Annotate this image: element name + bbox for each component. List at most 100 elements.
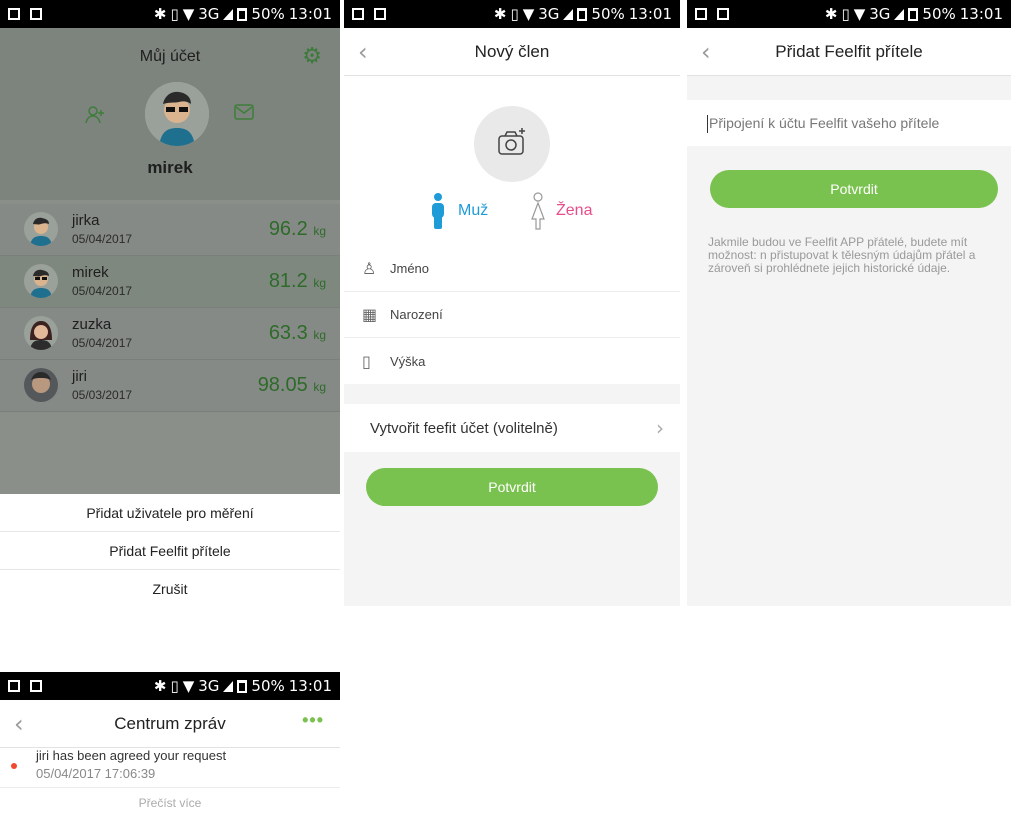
cancel-option[interactable]: Zrušit [0,570,340,606]
text-cursor [707,115,708,134]
confirm-button[interactable]: Potvrdit [710,170,998,208]
avatar[interactable] [145,82,209,146]
user-row[interactable]: mirek 05/04/2017 81.2 kg [0,256,340,308]
clock: 13:01 [288,677,332,695]
user-name: mirek [72,264,109,281]
avatar [24,264,58,298]
page-title: Přidat Feelfit přítele [775,41,923,61]
member-form: ♙ Jméno ▦ Narození ▯ Výška [344,246,680,384]
weight-unit: kg [313,328,326,342]
weight-value: 63.3 [268,322,308,344]
add-feelfit-friend-option[interactable]: Přidat Feelfit přítele [0,532,340,570]
page-title: Můj účet [139,48,201,65]
signal-icon [223,680,234,692]
weight-unit: kg [313,224,326,238]
male-label[interactable]: Muž [458,202,488,220]
status-bar: ✱ ▯ ▼ 3G 50% 13:01 [687,0,1011,28]
chevron-right-icon: › [656,416,664,440]
female-label[interactable]: Žena [556,202,592,220]
notification-icon [8,680,20,692]
message-center-screen: ✱ ▯ ▼ 3G 50% 13:01 ‹ Centrum zpráv ••• j… [0,672,340,823]
message-date: 05/04/2017 17:06:39 [36,766,156,781]
gear-icon[interactable]: ⚙ [302,44,322,69]
message-text: jiri has been agreed your request [36,748,227,763]
vibrate-icon: ▯ [170,677,179,695]
battery-icon [577,7,588,21]
more-icon[interactable]: ••• [302,710,324,731]
action-sheet: Přidat uživatele pro měření Přidat Feelf… [0,494,340,606]
wifi-icon: ▼ [522,5,535,23]
battery-icon [237,7,248,21]
user-weight: 81.2 kg [269,270,326,293]
info-note: Jakmile budou ve Feelfit APP přátelé, bu… [708,235,976,275]
weight-value: 81.2 [268,270,308,292]
weight-unit: kg [313,380,326,394]
weight-value: 98.05 [257,374,308,396]
wifi-icon: ▼ [182,677,195,695]
clock: 13:01 [288,5,332,23]
read-more-link[interactable]: Přečíst více [0,796,340,810]
vibrate-icon: ▯ [510,5,519,23]
female-icon[interactable] [530,192,546,235]
user-row[interactable]: zuzka 05/04/2017 63.3 kg [0,308,340,360]
height-field[interactable]: ▯ Výška [344,338,680,384]
new-member-screen: ✱ ▯ ▼ 3G 50% 13:01 ‹ Nový člen Muž Žena [344,0,680,606]
status-bar: ✱ ▯ ▼ 3G 50% 13:01 [0,0,340,28]
birthdate-field[interactable]: ▦ Narození [344,292,680,338]
vibrate-icon: ▯ [841,5,850,23]
user-name: zuzka [72,316,112,333]
signal-icon [223,8,234,20]
battery-percent: 50% [251,677,285,695]
notification-icon [352,8,364,20]
add-measurement-user-option[interactable]: Přidat uživatele pro měření [0,494,340,532]
message-item[interactable]: jiri has been agreed your request 05/04/… [0,748,340,788]
birthdate-label: Narození [390,307,443,322]
bluetooth-icon: ✱ [493,5,507,23]
add-person-icon[interactable] [84,104,106,132]
signal-icon [894,8,905,20]
user-date: 05/03/2017 [72,388,133,402]
user-date: 05/04/2017 [72,284,133,298]
user-name: jiri [72,368,87,385]
clock: 13:01 [628,5,672,23]
avatar [24,212,58,246]
confirm-button[interactable]: Potvrdit [366,468,658,506]
page-title: Nový člen [474,41,550,61]
image-icon [30,680,42,692]
weight-value: 96.2 [268,218,308,240]
chevron-left-icon[interactable]: ‹ [701,38,711,66]
male-icon[interactable] [430,192,446,235]
nav-bar: ‹ Centrum zpráv ••• [0,700,340,748]
wifi-icon: ▼ [182,5,195,23]
wifi-icon: ▼ [853,5,866,23]
user-row[interactable]: jirka 05/04/2017 96.2 kg [0,204,340,256]
image-icon [374,8,386,20]
create-account-row[interactable]: Vytvořit feefit účet (volitelně) › [344,404,680,452]
name-field[interactable]: ♙ Jméno [344,246,680,292]
bluetooth-icon: ✱ [824,5,838,23]
page-title: Centrum zpráv [114,713,226,733]
photo-gender-section: Muž Žena [344,76,680,246]
user-date: 05/04/2017 [72,336,133,350]
chevron-left-icon[interactable]: ‹ [358,38,368,66]
weight-unit: kg [313,276,326,290]
avatar [24,368,58,402]
add-friend-screen: ✱ ▯ ▼ 3G 50% 13:01 ‹ Přidat Feelfit přít… [687,0,1011,606]
image-icon [30,8,42,20]
nav-bar: ‹ Nový člen [344,28,680,76]
battery-icon [237,679,248,693]
network-label: 3G [198,677,220,695]
status-bar: ✱ ▯ ▼ 3G 50% 13:01 [0,672,340,700]
bluetooth-icon: ✱ [153,5,167,23]
camera-button[interactable] [474,106,550,182]
clock: 13:01 [959,5,1003,23]
chevron-left-icon[interactable]: ‹ [14,710,24,738]
my-account-screen: ✱ ▯ ▼ 3G 50% 13:01 Můj účet ⚙ mirek jirk… [0,0,340,606]
username-label: mirek [147,158,193,177]
name-label: Jméno [390,261,430,276]
network-label: 3G [538,5,560,23]
user-row[interactable]: jiri 05/03/2017 98.05 kg [0,360,340,412]
mail-icon[interactable] [234,104,254,125]
friend-account-input[interactable]: Připojení k účtu Feelfit vašeho přítele [687,100,1011,146]
vibrate-icon: ▯ [170,5,179,23]
